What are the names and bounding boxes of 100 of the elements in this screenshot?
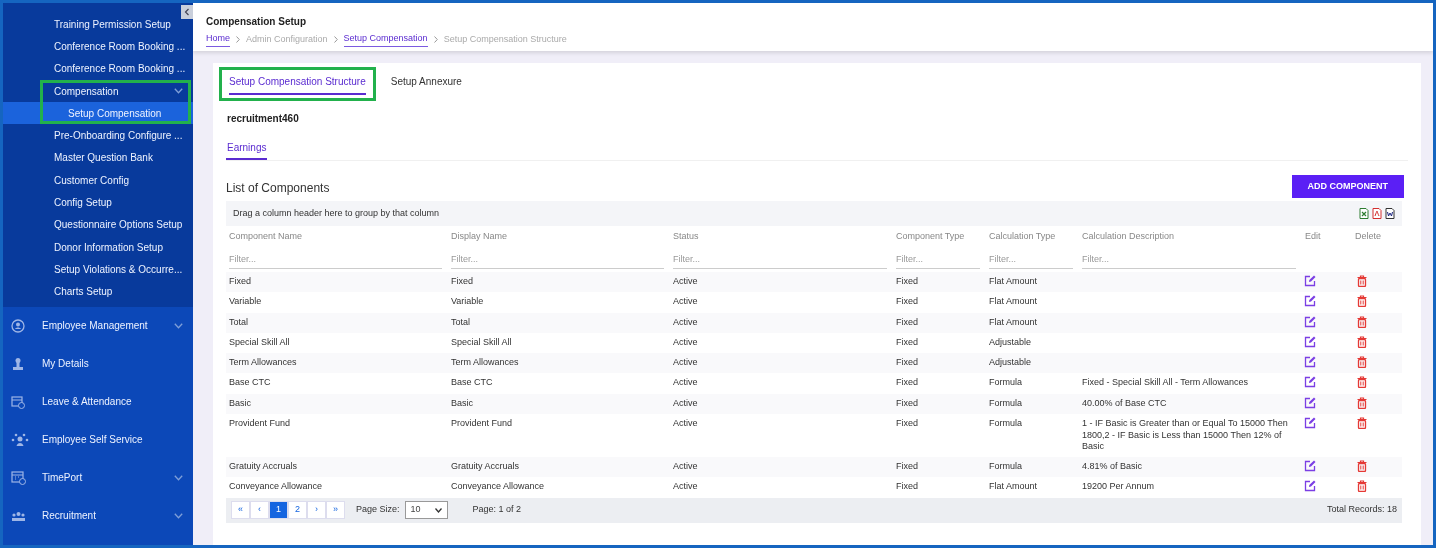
filter-field[interactable]: Filter... (673, 252, 887, 269)
sidebar-item[interactable]: Conference Room Booking ... (3, 57, 193, 80)
page-info: Page: 1 of 2 (472, 503, 522, 517)
sidebar-section[interactable]: My Details (3, 344, 193, 383)
edit-icon[interactable] (1304, 356, 1316, 369)
edit-icon[interactable] (1304, 376, 1316, 389)
add-component-button[interactable]: ADD COMPONENT (1291, 175, 1404, 198)
edit-icon[interactable] (1304, 417, 1316, 430)
trash-icon[interactable] (1357, 396, 1367, 409)
sidebar-item[interactable]: Training Permission Setup (3, 13, 193, 36)
tab[interactable]: Earnings (226, 140, 268, 160)
filter-field[interactable]: Filter... (229, 252, 442, 269)
table-cell: Flat Amount (989, 276, 1038, 286)
filter-field[interactable]: Filter... (896, 252, 980, 269)
table-cell: Fixed (896, 316, 918, 327)
column-header[interactable]: Component Name (226, 226, 448, 248)
sidebar-section[interactable]: Recruitment (3, 496, 193, 535)
trash-icon[interactable] (1357, 376, 1367, 389)
collapse-button[interactable] (181, 5, 193, 19)
sidebar-section[interactable]: TimePort (3, 458, 193, 497)
total-records: Total Records: 18 (1326, 503, 1397, 517)
edit-icon[interactable] (1304, 315, 1316, 328)
table-cell: Fixed - Special Skill All - Term Allowances (1082, 377, 1248, 388)
breadcrumb-item: Setup Compensation Structure (443, 32, 567, 46)
people-group-icon (11, 432, 29, 447)
trash-icon[interactable] (1357, 417, 1367, 430)
table-cell: Base CTC (229, 377, 271, 388)
page-button[interactable]: » (326, 501, 345, 520)
filter-field[interactable]: Filter... (1082, 252, 1296, 269)
column-header[interactable]: Status (670, 226, 893, 248)
table-cell: 19200 Per Annum (1082, 481, 1155, 492)
sidebar-item[interactable]: Config Setup (3, 191, 193, 214)
edit-icon[interactable] (1304, 335, 1316, 348)
table-cell: Base CTC (451, 377, 493, 388)
edit-icon[interactable] (1304, 275, 1316, 287)
table-cell: Provident Fund (451, 418, 513, 429)
sidebar-item[interactable]: Master Question Bank (3, 146, 193, 170)
trash-icon[interactable] (1357, 315, 1367, 328)
table-cell: Total (451, 316, 470, 327)
filter-field[interactable]: Filter... (451, 252, 664, 269)
table-cell: Conveyance Allowance (451, 481, 545, 492)
table-cell: Flat Amount (989, 316, 1038, 327)
chevron-down-icon (174, 322, 183, 329)
sidebar-section[interactable]: Employee Management (3, 306, 193, 345)
edit-icon[interactable] (1304, 295, 1316, 308)
trash-icon[interactable] (1357, 460, 1367, 473)
list-title: List of Components (226, 180, 330, 197)
table-cell: Formula (989, 377, 1022, 388)
breadcrumb-link[interactable]: Setup Compensation (343, 32, 428, 47)
table-cell: Adjustable (989, 336, 1032, 347)
page-button[interactable]: ‹ (250, 501, 269, 520)
column-header[interactable]: Calculation Description (1079, 226, 1302, 248)
sidebar-item[interactable]: Charts Setup (3, 280, 193, 303)
table-cell: Total (229, 316, 248, 327)
table-cell: Active (673, 336, 698, 347)
page-button[interactable]: 2 (288, 501, 307, 520)
excel-export-icon[interactable] (1359, 208, 1369, 219)
filter-field[interactable]: Filter... (989, 252, 1073, 269)
sidebar-section[interactable]: Employee Self Service (3, 420, 193, 459)
sidebar-item[interactable]: Donor Information Setup (3, 235, 193, 259)
word-export-icon[interactable] (1385, 208, 1395, 219)
calendar-clock-icon (11, 394, 25, 409)
column-header[interactable]: Calculation Type (986, 226, 1079, 248)
sidebar-item[interactable]: Setup Compensation (3, 102, 193, 125)
page-size-select[interactable]: 10 (404, 501, 448, 520)
tab[interactable]: Setup Compensation Structure (219, 67, 376, 101)
page-title: Compensation Setup (206, 15, 307, 29)
table-cell: Gratuity Accruals (451, 461, 520, 472)
column-header[interactable]: Component Type (893, 226, 986, 248)
column-header[interactable]: Delete (1352, 226, 1402, 248)
edit-icon[interactable] (1304, 460, 1316, 473)
group-panel-hint: Drag a column header here to group by that column (233, 206, 440, 220)
breadcrumb-link[interactable]: Home (206, 32, 230, 47)
trash-icon[interactable] (1357, 275, 1367, 287)
trash-icon[interactable] (1357, 335, 1367, 348)
column-header[interactable]: Display Name (448, 226, 670, 248)
sidebar-item[interactable]: Pre-Onboarding Configure ... (3, 124, 193, 147)
trash-icon[interactable] (1357, 480, 1367, 493)
sidebar-item[interactable]: Questionnaire Options Setup (3, 213, 193, 236)
trash-icon[interactable] (1357, 356, 1367, 369)
table-cell: Active (673, 418, 698, 429)
table-cell: Formula (989, 418, 1022, 429)
tab[interactable]: Setup Annexure (390, 69, 462, 99)
pdf-export-icon[interactable] (1372, 208, 1382, 219)
page-button[interactable]: › (307, 501, 326, 520)
trash-icon[interactable] (1357, 295, 1367, 308)
column-header[interactable]: Edit (1302, 226, 1352, 248)
page-button[interactable]: « (231, 501, 250, 520)
edit-icon[interactable] (1304, 396, 1316, 409)
page-button[interactable]: 1 (269, 501, 288, 520)
table-cell: Variable (229, 296, 262, 307)
table-cell: Fixed (896, 336, 918, 347)
sidebar-section[interactable]: Leave & Attendance (3, 382, 193, 421)
sidebar-item[interactable]: Setup Violations & Occurre... (3, 258, 193, 281)
sidebar-item[interactable]: Customer Config (3, 169, 193, 192)
sidebar-item[interactable]: Conference Room Booking ... (3, 35, 193, 58)
person-icon (11, 356, 25, 371)
table-cell: Fixed (896, 461, 918, 472)
edit-icon[interactable] (1304, 480, 1316, 493)
chevron-down-icon (174, 474, 183, 481)
